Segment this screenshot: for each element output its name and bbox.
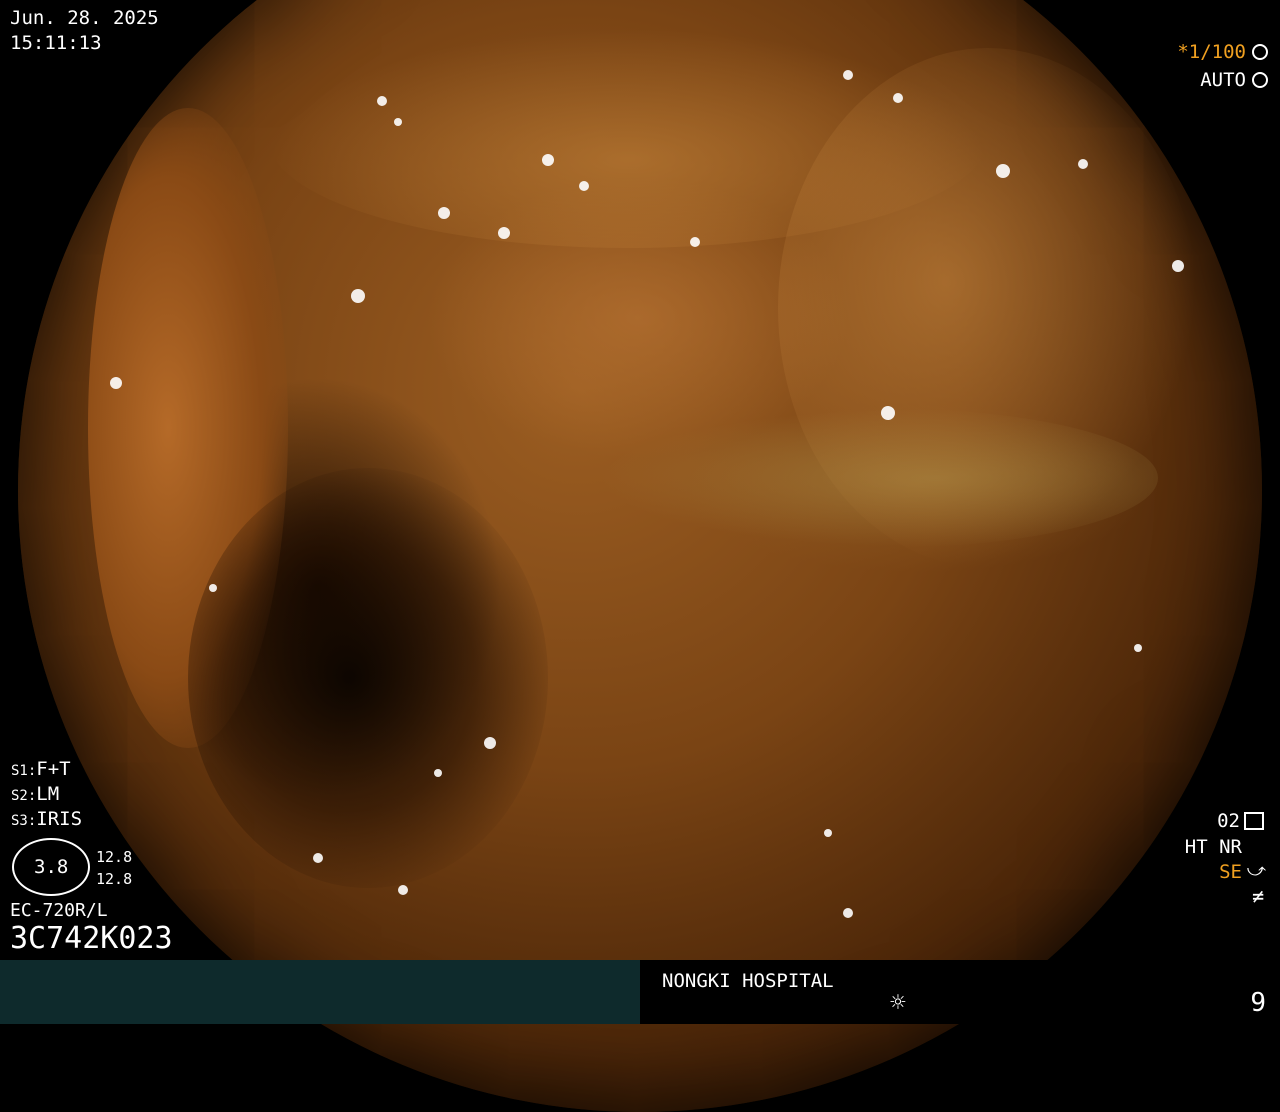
not-equal-icon: ≠: [1251, 884, 1264, 908]
sun-icon: ☼: [890, 988, 906, 1018]
setting-s2-value: LM: [36, 783, 60, 805]
shutter-speed: *1/100: [1177, 41, 1246, 63]
exposure-mode: AUTO: [1200, 69, 1246, 91]
hospital-name: NONGKI HOSPITAL: [662, 970, 834, 992]
gauge-center-value: 3.8: [34, 856, 69, 878]
gauge-lower-value: 12.8: [96, 870, 133, 888]
status-code: 02: [1217, 810, 1240, 832]
page-number: 9: [1250, 988, 1266, 1018]
bottom-bar-left: [0, 960, 640, 1024]
se-icon: ⤻: [1246, 860, 1266, 881]
scope-gauge: 3.8: [12, 838, 90, 896]
bottom-bar-right: NONGKI HOSPITAL ☼ 9: [640, 960, 1280, 1024]
aperture-icon: [1252, 44, 1268, 60]
status-se: SE: [1219, 861, 1242, 883]
scope-model: EC-720R/L: [10, 900, 108, 921]
aperture-icon: [1252, 72, 1268, 88]
setting-s3-key: S3:: [11, 813, 37, 829]
endoscope-image: [18, 0, 1262, 1112]
setting-s3-value: IRIS: [36, 808, 83, 830]
date-label: Jun. 28. 2025: [10, 7, 159, 29]
gauge-upper-value: 12.8: [96, 848, 133, 866]
status-ht-nr: HT NR: [1184, 836, 1242, 858]
settings-icon: [1244, 812, 1264, 830]
setting-s1-value: F+T: [36, 758, 71, 780]
setting-s1: S1:F+T: [11, 760, 71, 779]
setting-s2-key: S2:: [11, 788, 37, 804]
scope-serial: 3C742K023: [10, 921, 173, 956]
specular-highlights: [110, 70, 1184, 918]
setting-s1-key: S1:: [11, 763, 37, 779]
setting-s3: S3:IRIS: [11, 810, 82, 829]
setting-s2: S2:LM: [11, 785, 59, 804]
bottom-bar: NONGKI HOSPITAL ☼ 9: [0, 960, 1280, 1024]
time-label: 15:11:13: [10, 32, 102, 54]
